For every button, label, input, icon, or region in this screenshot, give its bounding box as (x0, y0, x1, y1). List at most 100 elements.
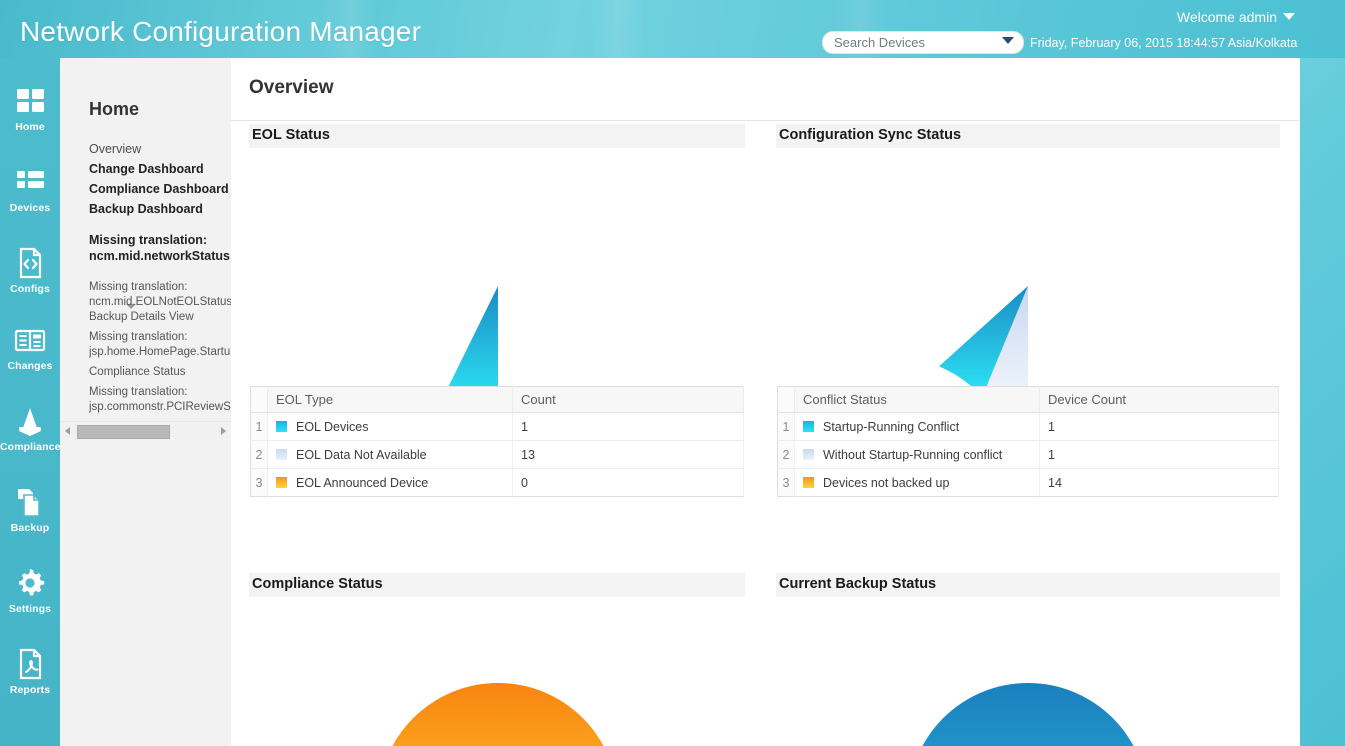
legend-swatch-icon (276, 449, 287, 460)
panel-title: Current Backup Status (779, 576, 936, 592)
app-header: Network Configuration Manager Welcome ad… (0, 0, 1345, 58)
configuration-sync-status-pie-chart[interactable] (776, 156, 1280, 423)
welcome-user-label: Welcome admin (1177, 9, 1277, 25)
search-input[interactable]: Search Devices (834, 35, 925, 50)
sidebar-item-change-dashboard[interactable]: Change Dashboard (89, 162, 204, 176)
cell-conflict-status: Devices not backed up (795, 469, 1040, 497)
sidebar-group-network-status[interactable]: Missing translation: ncm.mid.networkStat… (89, 232, 230, 264)
rail-label: Changes (0, 360, 60, 372)
legend-swatch-icon (803, 421, 814, 432)
subitem-line1: Missing translation: (89, 331, 187, 343)
sidebar-item-compliance-dashboard[interactable]: Compliance Dashboard (89, 182, 229, 196)
sidebar-subitem-pcireview[interactable]: Missing translation: jsp.commonstr.PCIRe… (89, 385, 239, 414)
panel-title: Compliance Status (252, 576, 383, 592)
sidebar-subitem-backup-details-view[interactable]: Backup Details View (89, 310, 239, 325)
rail-item-configs[interactable]: Configs (0, 246, 60, 295)
chevron-down-icon (1283, 13, 1295, 20)
cell-label: Without Startup-Running conflict (823, 448, 1002, 462)
rail-label: Configs (0, 283, 60, 295)
chevron-down-icon[interactable] (1002, 37, 1014, 44)
configuration-sync-status-table: Conflict Status Device Count 1 Startup-R… (777, 386, 1279, 497)
cell-label: Devices not backed up (823, 476, 949, 490)
rail-item-settings[interactable]: Settings (0, 566, 60, 615)
primary-nav-rail: Home Devices Configs Changes Compliance … (0, 58, 60, 746)
sidebar-group-line1: Missing translation: (89, 233, 207, 247)
rail-label: Devices (0, 202, 60, 214)
eol-status-table: EOL Type Count 1 EOL Devices 1 2 EOL Dat… (250, 386, 744, 497)
panel-header: Current Backup Status (776, 573, 1280, 597)
sidebar-section-title: Home (89, 99, 139, 120)
cell-count: 0 (513, 469, 744, 497)
row-index: 2 (778, 441, 795, 469)
rail-item-changes[interactable]: Changes (0, 323, 60, 372)
column-header-conflict-status[interactable]: Conflict Status (795, 387, 1040, 413)
sidebar-group-line2: ncm.mid.networkStatus (89, 249, 230, 263)
page-title: Overview (249, 77, 334, 99)
row-index: 1 (778, 413, 795, 441)
column-header-count[interactable]: Count (513, 387, 744, 413)
legend-swatch-icon (803, 477, 814, 488)
scroll-left-arrow-icon[interactable] (65, 427, 70, 435)
cell-eol-type: EOL Announced Device (268, 469, 513, 497)
rail-label: Backup (0, 522, 60, 534)
rail-item-home[interactable]: Home (0, 84, 60, 133)
table-row[interactable]: 1 Startup-Running Conflict 1 (778, 413, 1279, 441)
cell-device-count: 1 (1040, 413, 1279, 441)
table-row[interactable]: 3 EOL Announced Device 0 (251, 469, 744, 497)
cell-count: 13 (513, 441, 744, 469)
rail-label: Reports (0, 684, 60, 696)
rail-item-devices[interactable]: Devices (0, 165, 60, 214)
cell-eol-type: EOL Devices (268, 413, 513, 441)
main-content: Overview EOL Status (231, 58, 1300, 746)
row-index-header (778, 387, 795, 413)
current-backup-status-pie-chart[interactable] (776, 605, 1280, 746)
server-datetime: Friday, February 06, 2015 18:44:57 Asia/… (1030, 36, 1297, 50)
sidebar-horizontal-scrollbar[interactable] (60, 421, 231, 439)
sidebar-subitem-startup[interactable]: Missing translation: jsp.home.HomePage.S… (89, 330, 239, 359)
cell-label: EOL Announced Device (296, 476, 428, 490)
rail-item-compliance[interactable]: Compliance (0, 404, 60, 453)
sidebar-subitem-compliance-status[interactable]: Compliance Status (89, 365, 239, 380)
table-header-row: EOL Type Count (251, 387, 744, 413)
subitem-line1: Missing translation: (89, 386, 187, 398)
subitem-line2: ncm.mid.EOLNotEOLStatus (89, 296, 232, 308)
rail-item-reports[interactable]: Reports (0, 647, 60, 696)
sidebar-subitem-eolnoteol[interactable]: Missing translation: ncm.mid.EOLNotEOLSt… (89, 280, 239, 309)
legend-swatch-icon (803, 449, 814, 460)
cell-device-count: 1 (1040, 441, 1279, 469)
subitem-line1: Compliance Status (89, 366, 186, 378)
sidebar-item-overview[interactable]: Overview (89, 142, 141, 156)
code-file-icon (0, 246, 60, 282)
grid-squares-icon (0, 84, 60, 120)
row-index: 1 (251, 413, 268, 441)
sidebar-item-backup-dashboard[interactable]: Backup Dashboard (89, 202, 203, 216)
row-index: 3 (251, 469, 268, 497)
row-index-header (251, 387, 268, 413)
subitem-line1: Backup Details View (89, 311, 194, 323)
cell-label: Startup-Running Conflict (823, 420, 959, 434)
table-header-row: Conflict Status Device Count (778, 387, 1279, 413)
traffic-cone-icon (0, 404, 60, 440)
column-header-device-count[interactable]: Device Count (1040, 387, 1279, 413)
table-row[interactable]: 3 Devices not backed up 14 (778, 469, 1279, 497)
scroll-right-arrow-icon[interactable] (221, 427, 226, 435)
rail-label: Compliance (0, 441, 60, 453)
table-row[interactable]: 1 EOL Devices 1 (251, 413, 744, 441)
search-devices-select[interactable]: Search Devices (822, 31, 1024, 54)
rail-item-backup[interactable]: Backup (0, 485, 60, 534)
table-row[interactable]: 2 EOL Data Not Available 13 (251, 441, 744, 469)
scrollbar-thumb[interactable] (77, 425, 170, 439)
cell-conflict-status: Without Startup-Running conflict (795, 441, 1040, 469)
pdf-file-icon (0, 647, 60, 683)
cell-label: EOL Data Not Available (296, 448, 427, 462)
cell-conflict-status: Startup-Running Conflict (795, 413, 1040, 441)
secondary-sidebar: Home Overview Change Dashboard Complianc… (60, 58, 232, 746)
cell-eol-type: EOL Data Not Available (268, 441, 513, 469)
column-header-eol-type[interactable]: EOL Type (268, 387, 513, 413)
panel-header: EOL Status (249, 124, 745, 148)
table-row[interactable]: 2 Without Startup-Running conflict 1 (778, 441, 1279, 469)
compliance-status-pie-chart[interactable] (249, 605, 745, 746)
welcome-user-menu[interactable]: Welcome admin (1177, 9, 1295, 25)
panel-title: Configuration Sync Status (779, 127, 961, 143)
eol-status-pie-chart[interactable] (249, 156, 745, 423)
